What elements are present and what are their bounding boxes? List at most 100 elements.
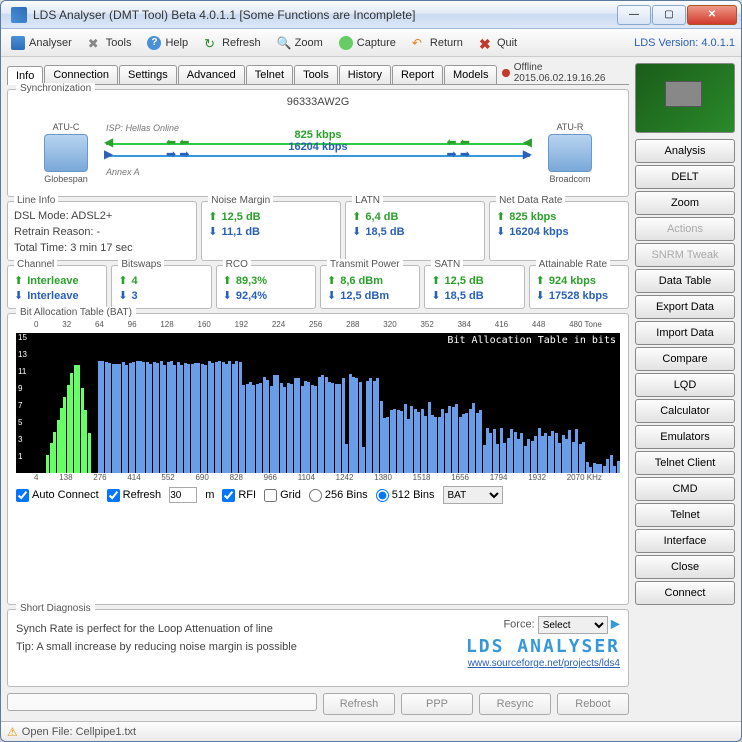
tab-advanced[interactable]: Advanced bbox=[178, 65, 245, 84]
downstream-line: ▶ ➡ ➡ ➡ ➡ ▶ 16204 kbps bbox=[106, 155, 530, 157]
interface-button[interactable]: Interface bbox=[635, 529, 735, 553]
project-link[interactable]: www.sourceforge.net/projects/lds4 bbox=[468, 658, 620, 669]
offline-status: Offline 2015.06.02.19.16.26 bbox=[498, 62, 629, 84]
status-dot-icon bbox=[502, 69, 509, 77]
capture-button[interactable]: Capture bbox=[335, 34, 400, 52]
modem-icon bbox=[44, 134, 88, 172]
return-icon: ↶ bbox=[412, 36, 426, 50]
zoom-button[interactable]: 🔍Zoom bbox=[273, 34, 327, 52]
delt-button[interactable]: DELT bbox=[635, 165, 735, 189]
actions-button: Actions bbox=[635, 217, 735, 241]
ppp-button[interactable]: PPP bbox=[401, 693, 473, 715]
tools-menu[interactable]: ✖Tools bbox=[84, 34, 136, 52]
return-button[interactable]: ↶Return bbox=[408, 34, 467, 52]
minimize-button[interactable]: — bbox=[617, 5, 651, 25]
diagnosis-panel: Short Diagnosis Synch Rate is perfect fo… bbox=[7, 609, 629, 687]
attainable-panel: Attainable Rate 924 kbps 17528 kbps bbox=[529, 265, 629, 309]
tab-settings[interactable]: Settings bbox=[119, 65, 177, 84]
titlebar: LDS Analyser (DMT Tool) Beta 4.0.1.1 [So… bbox=[1, 1, 741, 29]
up-arrow-icon bbox=[208, 210, 217, 223]
data-table-button[interactable]: Data Table bbox=[635, 269, 735, 293]
tab-connection[interactable]: Connection bbox=[44, 65, 118, 84]
snrm-tweak-button: SNRM Tweak bbox=[635, 243, 735, 267]
tab-models[interactable]: Models bbox=[444, 65, 497, 84]
down-arrow-icon bbox=[208, 225, 217, 238]
tab-report[interactable]: Report bbox=[392, 65, 443, 84]
maximize-button[interactable]: ▢ bbox=[652, 5, 686, 25]
force-select[interactable]: Select bbox=[538, 616, 608, 634]
zoom-icon: 🔍 bbox=[277, 36, 291, 50]
quit-button[interactable]: ✖Quit bbox=[475, 34, 521, 52]
status-text: Open File: Cellpipe1.txt bbox=[22, 726, 136, 738]
lqd-button[interactable]: LQD bbox=[635, 373, 735, 397]
app-window: LDS Analyser (DMT Tool) Beta 4.0.1.1 [So… bbox=[0, 0, 742, 742]
statusbar: ⚠ Open File: Cellpipe1.txt bbox=[1, 721, 741, 741]
bat-chart: Bit Allocation Table in bits 15131197531 bbox=[16, 333, 620, 473]
help-menu[interactable]: ?Help bbox=[143, 34, 192, 52]
app-icon bbox=[11, 7, 27, 23]
grid-check[interactable]: Grid bbox=[264, 489, 301, 502]
refresh-bottom-button[interactable]: Refresh bbox=[323, 693, 395, 715]
analyser-menu[interactable]: Analyser bbox=[7, 34, 76, 52]
bat-x-axis: 4138276414552690828966110412421380151816… bbox=[16, 473, 620, 482]
emulators-button[interactable]: Emulators bbox=[635, 425, 735, 449]
bins512-radio[interactable]: 512 Bins bbox=[376, 489, 435, 502]
atu-c-node: ATU-C Globespan bbox=[36, 122, 96, 184]
bottom-buttons: Refresh PPP Resync Reboot bbox=[7, 693, 629, 715]
telnet-client-button[interactable]: Telnet Client bbox=[635, 451, 735, 475]
refresh-icon: ↻ bbox=[204, 36, 218, 50]
sidebar: Analysis DELT Zoom Actions SNRM Tweak Da… bbox=[635, 63, 735, 715]
device-id: 96333AW2G bbox=[16, 96, 620, 108]
rco-panel: RCO 89,3% 92,4% bbox=[216, 265, 316, 309]
cmd-button[interactable]: CMD bbox=[635, 477, 735, 501]
channel-panel: Channel Interleave Interleave bbox=[7, 265, 107, 309]
refresh-interval[interactable] bbox=[169, 487, 197, 503]
bitswaps-panel: Bitswaps 4 3 bbox=[111, 265, 211, 309]
export-data-button[interactable]: Export Data bbox=[635, 295, 735, 319]
compare-button[interactable]: Compare bbox=[635, 347, 735, 371]
zoom-side-button[interactable]: Zoom bbox=[635, 191, 735, 215]
auto-connect-check[interactable]: Auto Connect bbox=[16, 489, 99, 502]
main-toolbar: Analyser ✖Tools ?Help ↻Refresh 🔍Zoom Cap… bbox=[1, 29, 741, 57]
noise-margin-panel: Noise Margin 12,5 dB 11,1 dB bbox=[201, 201, 341, 261]
bat-select[interactable]: BAT bbox=[443, 486, 503, 504]
progress-bar bbox=[7, 693, 317, 711]
help-icon: ? bbox=[147, 36, 161, 50]
tx-power-panel: Transmit Power 8,6 dBm 12,5 dBm bbox=[320, 265, 420, 309]
connect-button[interactable]: Connect bbox=[635, 581, 735, 605]
resync-button[interactable]: Resync bbox=[479, 693, 551, 715]
bat-panel: Bit Allocation Table (BAT) 0326496128160… bbox=[7, 313, 629, 605]
quit-icon: ✖ bbox=[479, 36, 493, 50]
analysis-button[interactable]: Analysis bbox=[635, 139, 735, 163]
window-title: LDS Analyser (DMT Tool) Beta 4.0.1.1 [So… bbox=[33, 8, 617, 22]
tab-history[interactable]: History bbox=[339, 65, 391, 84]
atu-r-node: ATU-R Broadcom bbox=[540, 122, 600, 184]
annex-label: Annex A bbox=[96, 167, 540, 177]
net-rate-panel: Net Data Rate 825 kbps 16204 kbps bbox=[489, 201, 629, 261]
bins256-radio[interactable]: 256 Bins bbox=[309, 489, 368, 502]
refresh-button[interactable]: ↻Refresh bbox=[200, 34, 265, 52]
close-button[interactable]: ✕ bbox=[687, 5, 737, 25]
force-play-button[interactable]: ▶ bbox=[611, 617, 620, 631]
diag-line2: Tip: A small increase by reducing noise … bbox=[16, 638, 440, 656]
refresh-check[interactable]: Refresh bbox=[107, 489, 162, 502]
capture-icon bbox=[339, 36, 353, 50]
router-icon bbox=[548, 134, 592, 172]
telnet-button[interactable]: Telnet bbox=[635, 503, 735, 527]
tools-icon: ✖ bbox=[88, 36, 102, 50]
close-side-button[interactable]: Close bbox=[635, 555, 735, 579]
tab-telnet[interactable]: Telnet bbox=[246, 65, 293, 84]
window-controls: — ▢ ✕ bbox=[617, 5, 737, 25]
bat-y-axis: 15131197531 bbox=[16, 333, 34, 473]
diag-line1: Synch Rate is perfect for the Loop Atten… bbox=[16, 620, 440, 638]
calculator-button[interactable]: Calculator bbox=[635, 399, 735, 423]
main-tabs: Info Connection Settings Advanced Telnet… bbox=[7, 63, 629, 85]
import-data-button[interactable]: Import Data bbox=[635, 321, 735, 345]
reboot-button[interactable]: Reboot bbox=[557, 693, 629, 715]
bat-options: Auto Connect Refresh m RFI Grid 256 Bins… bbox=[16, 486, 620, 504]
satn-panel: SATN 12,5 dB 18,5 dB bbox=[424, 265, 524, 309]
rfi-check[interactable]: RFI bbox=[222, 489, 256, 502]
tab-tools[interactable]: Tools bbox=[294, 65, 338, 84]
pcb-image bbox=[635, 63, 735, 133]
lds-logo: LDS ANALYSER bbox=[440, 636, 620, 657]
